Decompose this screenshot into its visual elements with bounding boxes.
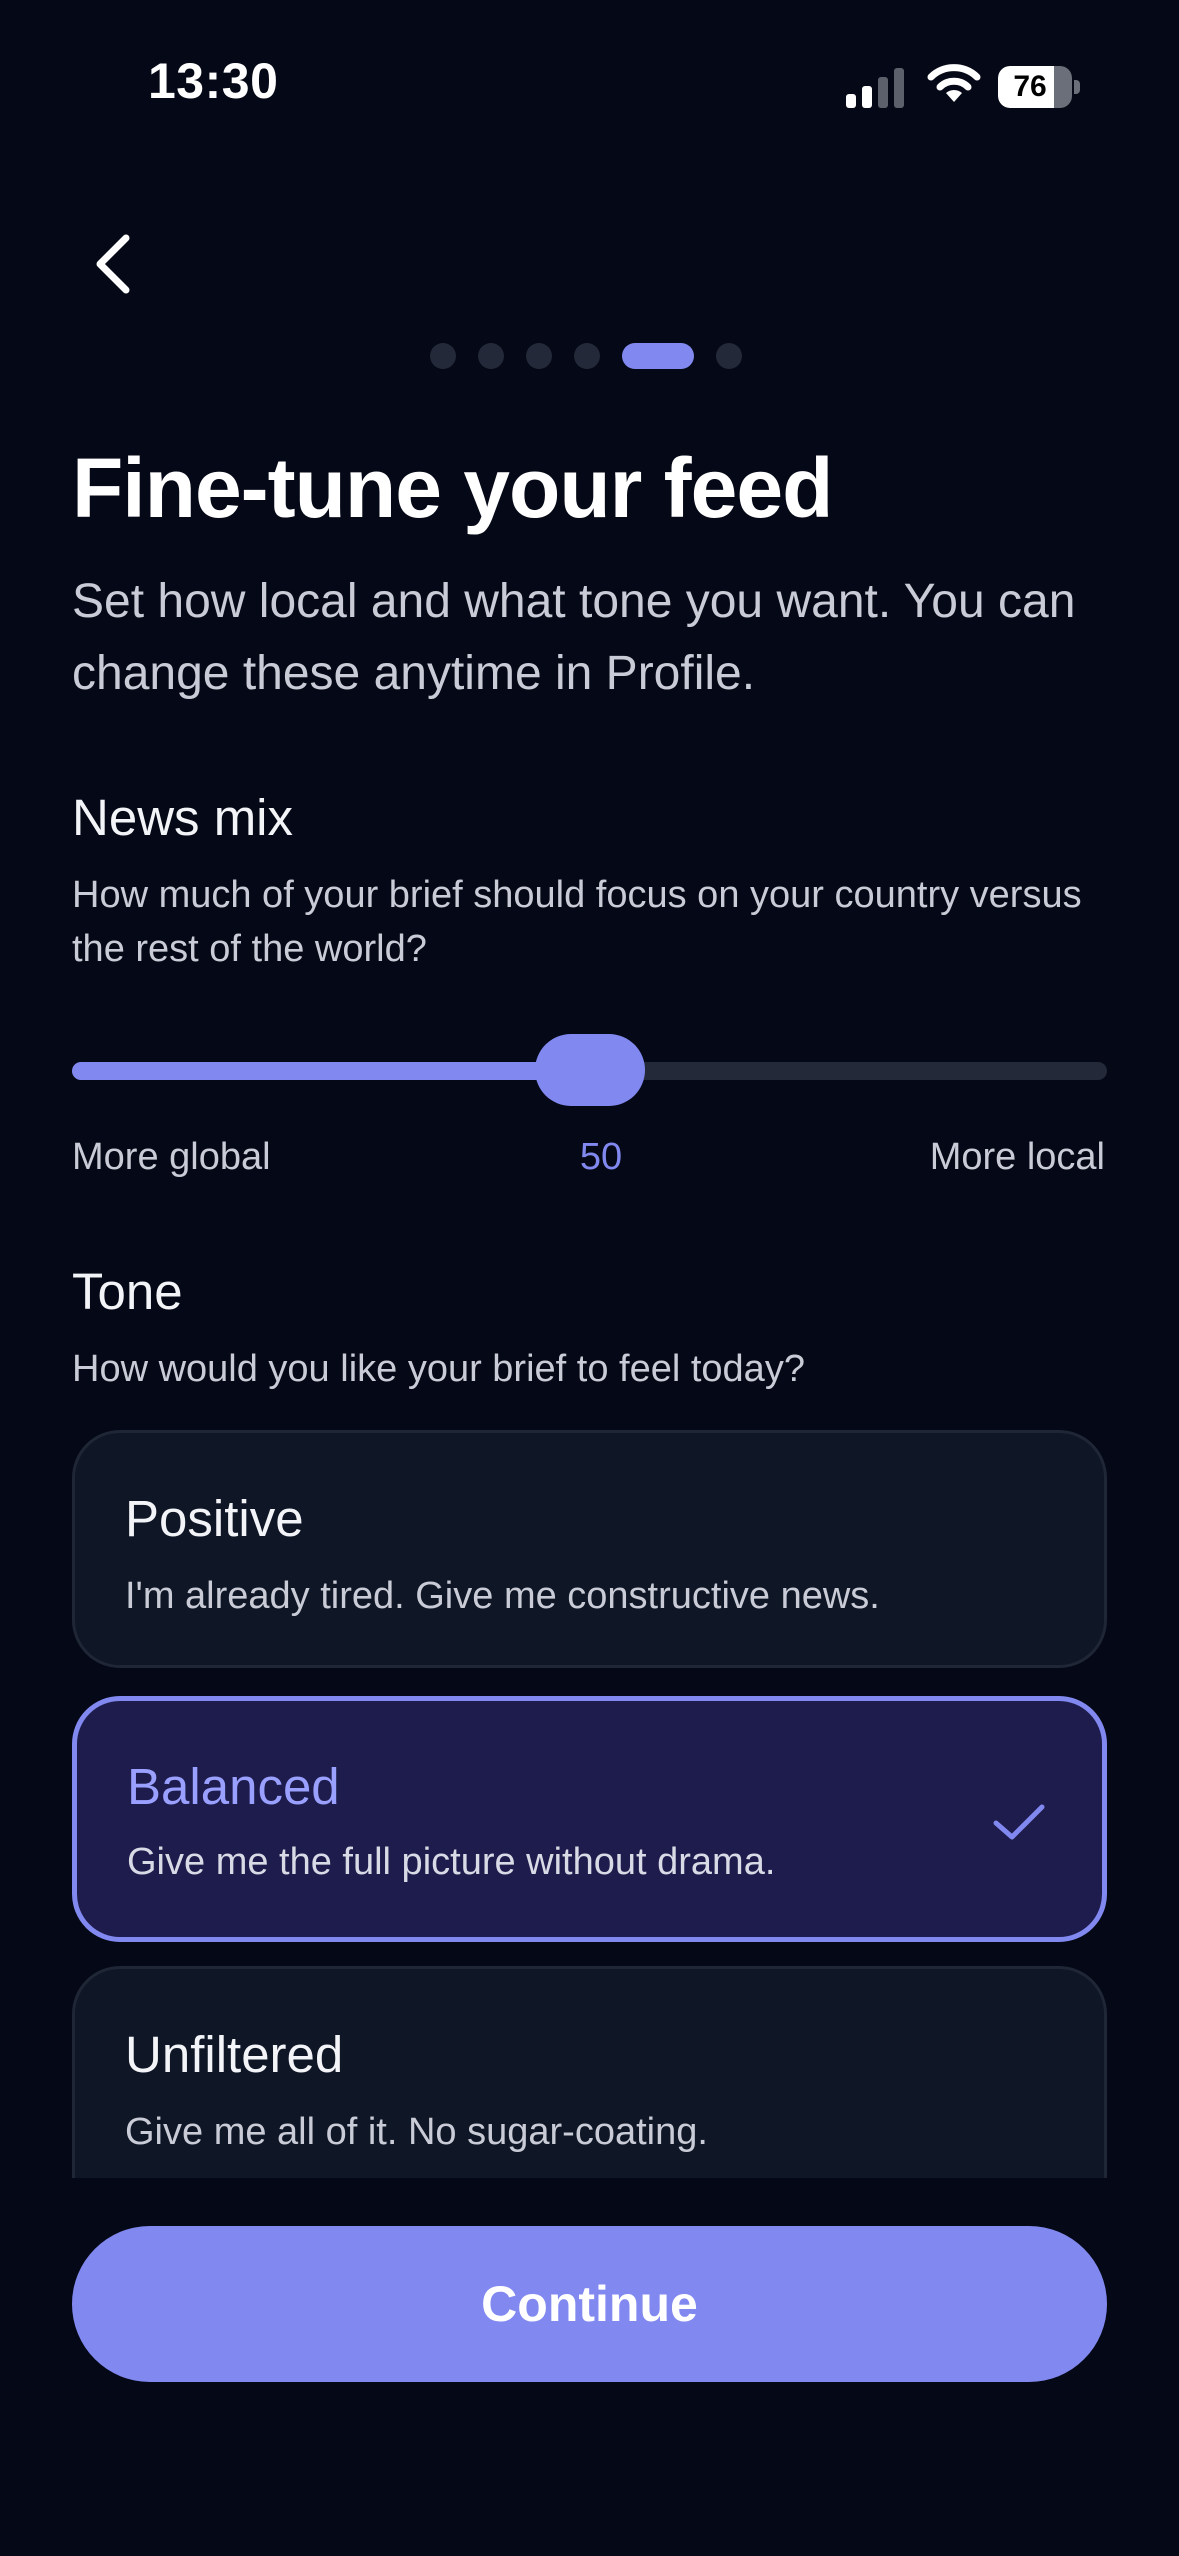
tone-help: How would you like your brief to feel to… bbox=[72, 1348, 805, 1390]
progress-dot bbox=[477, 343, 504, 369]
page-title: Fine-tune your feed bbox=[72, 441, 833, 535]
news-mix-slider-thumb[interactable] bbox=[534, 1034, 645, 1106]
tone-option-unfiltered[interactable]: Unfiltered Give me all of it. No sugar-c… bbox=[72, 1966, 1107, 2178]
tone-option-positive[interactable]: Positive I'm already tired. Give me cons… bbox=[72, 1430, 1107, 1668]
tone-options-list[interactable]: Positive I'm already tired. Give me cons… bbox=[72, 1430, 1107, 2178]
wifi-icon bbox=[927, 64, 981, 102]
battery-level: 76 bbox=[1013, 70, 1047, 103]
news-mix-help: How much of your brief should focus on y… bbox=[72, 874, 1082, 970]
tone-option-title: Positive bbox=[125, 1490, 304, 1547]
tone-option-title: Balanced bbox=[127, 1758, 340, 1815]
tone-option-description: Give me all of it. No sugar-coating. bbox=[125, 2111, 708, 2153]
tone-option-description: I'm already tired. Give me constructive … bbox=[125, 1575, 880, 1617]
onboarding-progress bbox=[0, 340, 1179, 372]
tone-option-balanced[interactable]: Balanced Give me the full picture withou… bbox=[72, 1696, 1107, 1942]
page-subtitle: Set how local and what tone you want. Yo… bbox=[72, 575, 1076, 700]
tone-option-title: Unfiltered bbox=[125, 2026, 344, 2083]
progress-dot bbox=[429, 343, 456, 369]
slider-max-label: More local bbox=[929, 1136, 1105, 1178]
battery-indicator: 76 bbox=[998, 66, 1080, 108]
checkmark-icon bbox=[993, 1804, 1045, 1840]
progress-dot bbox=[573, 343, 600, 369]
news-mix-slider-fill bbox=[72, 1062, 590, 1080]
continue-button[interactable]: Continue bbox=[72, 2226, 1107, 2382]
cellular-signal-icon bbox=[846, 68, 904, 108]
back-button[interactable] bbox=[88, 232, 140, 296]
news-mix-label: News mix bbox=[72, 789, 294, 846]
progress-dot-active bbox=[621, 343, 694, 369]
progress-dot bbox=[715, 343, 742, 369]
progress-dot bbox=[525, 343, 552, 369]
tone-option-description: Give me the full picture without drama. bbox=[127, 1841, 776, 1883]
chevron-left-icon bbox=[96, 234, 130, 294]
tone-label: Tone bbox=[72, 1263, 183, 1320]
status-time: 13:30 bbox=[148, 53, 279, 109]
